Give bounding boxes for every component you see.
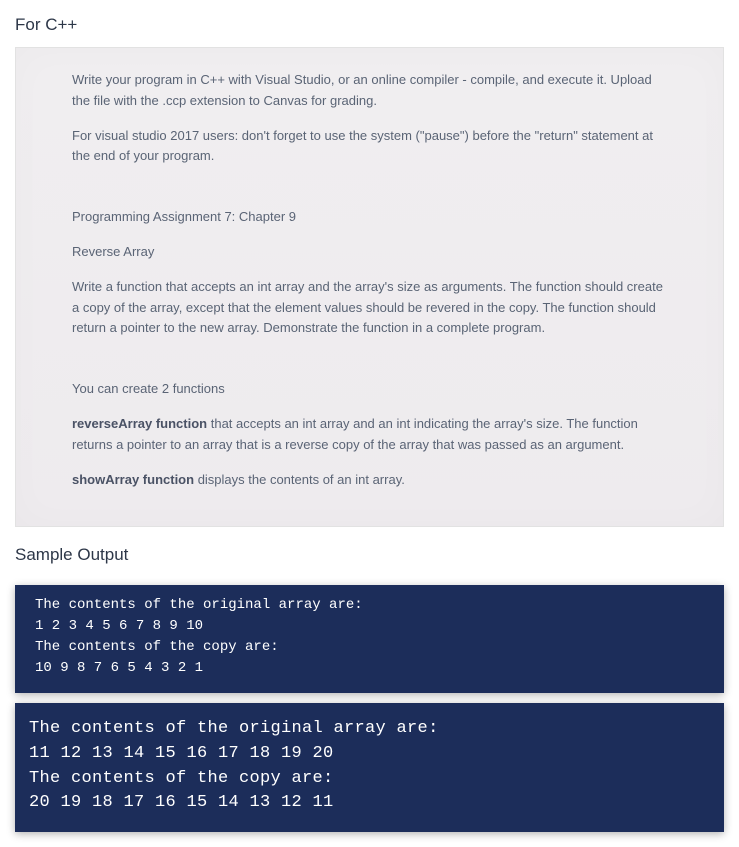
function-1-label: reverseArray function — [72, 416, 207, 431]
assignment-description: Write a function that accepts an int arr… — [72, 277, 667, 339]
terminal2-line4: 20 19 18 17 16 15 14 13 12 11 — [29, 791, 710, 816]
assignment-instructions: Write your program in C++ with Visual St… — [15, 47, 724, 527]
intro-paragraph-1: Write your program in C++ with Visual St… — [72, 70, 667, 112]
terminal1-line4: 10 9 8 7 6 5 4 3 2 1 — [35, 658, 704, 679]
sample-output-heading: Sample Output — [15, 545, 724, 565]
intro-paragraph-2: For visual studio 2017 users: don't forg… — [72, 126, 667, 168]
function-2: showArray function displays the contents… — [72, 470, 667, 491]
assignment-title: Programming Assignment 7: Chapter 9 — [72, 207, 667, 228]
terminal-output-1: The contents of the original array are: … — [15, 585, 724, 693]
function-2-label: showArray function — [72, 472, 194, 487]
terminal-output-2: The contents of the original array are: … — [15, 703, 724, 832]
terminal1-line1: The contents of the original array are: — [35, 595, 704, 616]
terminal-output-wrapper: The contents of the original array are: … — [15, 585, 724, 832]
terminal2-line3: The contents of the copy are: — [29, 767, 710, 792]
terminal2-line1: The contents of the original array are: — [29, 717, 710, 742]
heading-cpp: For C++ — [15, 15, 724, 35]
assignment-subtitle: Reverse Array — [72, 242, 667, 263]
function-2-desc: displays the contents of an int array. — [194, 472, 405, 487]
functions-intro: You can create 2 functions — [72, 379, 667, 400]
terminal2-line2: 11 12 13 14 15 16 17 18 19 20 — [29, 742, 710, 767]
function-1: reverseArray function that accepts an in… — [72, 414, 667, 456]
terminal1-line2: 1 2 3 4 5 6 7 8 9 10 — [35, 616, 704, 637]
terminal1-line3: The contents of the copy are: — [35, 637, 704, 658]
